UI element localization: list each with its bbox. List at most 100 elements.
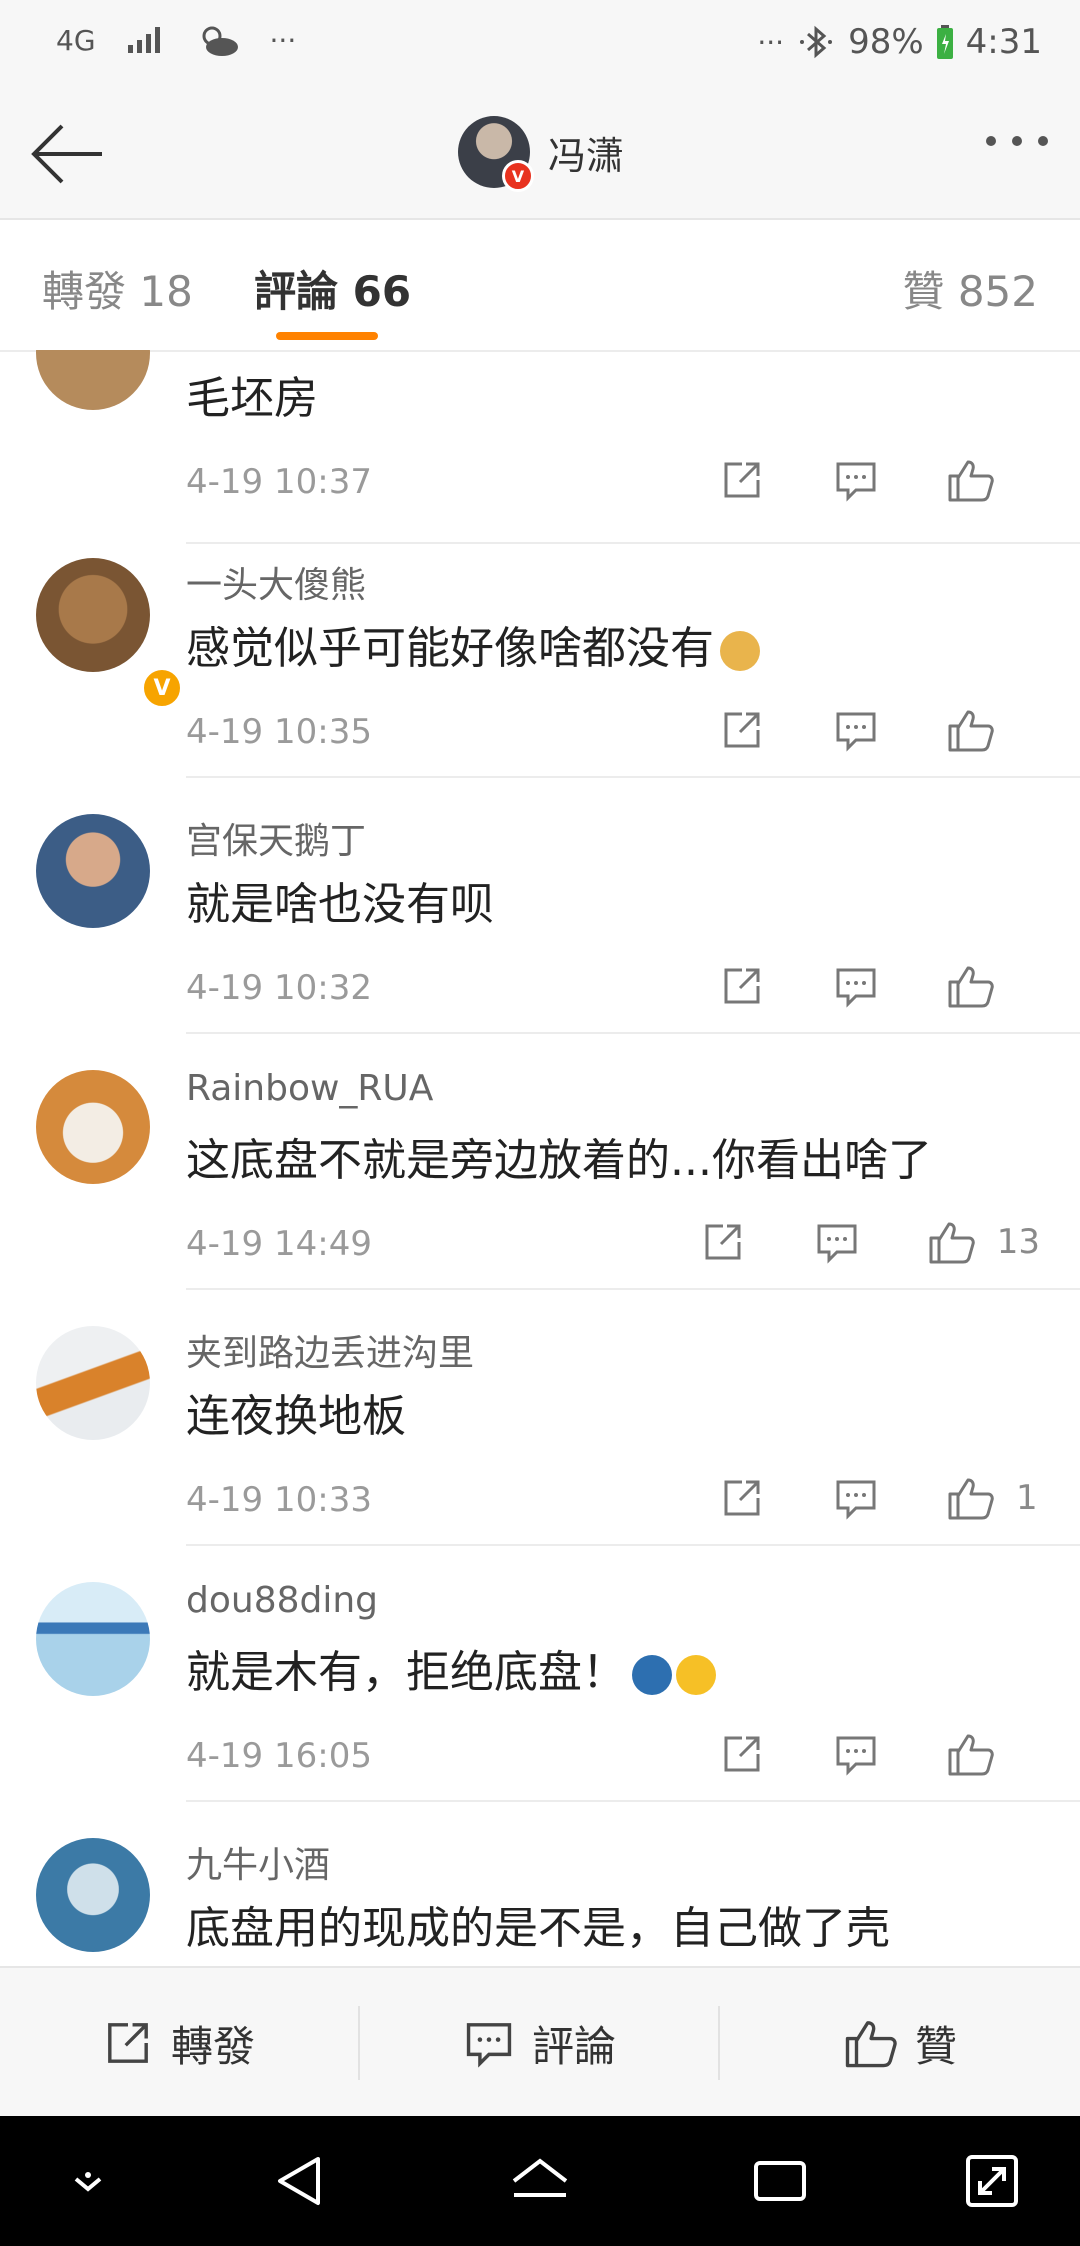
comment-icon bbox=[817, 1224, 857, 1264]
comment-author[interactable]: Rainbow_RUA bbox=[186, 1068, 433, 1109]
like-label: 贊 bbox=[914, 2021, 957, 2071]
comment-icon bbox=[836, 1736, 876, 1776]
like-button[interactable] bbox=[940, 702, 1000, 758]
back-nav-button[interactable] bbox=[268, 2149, 332, 2213]
comment-author[interactable]: 九牛小酒 bbox=[186, 1836, 330, 1888]
avatar[interactable] bbox=[36, 1070, 150, 1184]
divider bbox=[186, 1544, 1080, 1546]
reply-button[interactable] bbox=[807, 1214, 867, 1270]
home-nav-button[interactable] bbox=[508, 2149, 572, 2213]
thumb-up-icon bbox=[845, 2021, 897, 2068]
back-button[interactable] bbox=[28, 118, 108, 190]
thumb-up-icon bbox=[948, 1478, 994, 1520]
bluetooth-icon bbox=[800, 25, 833, 59]
comment-author[interactable]: dou88ding bbox=[186, 1580, 378, 1621]
signal-icon bbox=[127, 27, 160, 53]
comment-text: 这底盘不就是旁边放着的...你看出啥了 bbox=[186, 1135, 932, 1186]
divider bbox=[358, 2006, 360, 2080]
avatar: V bbox=[458, 116, 534, 192]
verified-badge: V bbox=[140, 666, 184, 710]
expand-nav-button[interactable] bbox=[960, 2149, 1024, 2213]
divider bbox=[718, 2006, 720, 2080]
thumb-up-icon bbox=[948, 1734, 994, 1776]
avatar[interactable] bbox=[36, 814, 150, 928]
avatar[interactable] bbox=[36, 1326, 150, 1440]
reply-button[interactable] bbox=[826, 452, 886, 508]
tab-comment[interactable]: 評論 66 bbox=[254, 258, 411, 319]
comment-time: 4-19 14:49 bbox=[186, 1224, 372, 1264]
share-icon bbox=[724, 1736, 760, 1772]
reply-button[interactable] bbox=[826, 958, 886, 1014]
system-nav-bar bbox=[0, 2116, 1080, 2246]
repost-button[interactable] bbox=[693, 1214, 753, 1270]
comment-text: 底盘用的现成的是不是，自己做了壳 bbox=[186, 1903, 890, 1954]
network-type: 4G bbox=[56, 23, 96, 57]
laugh-cry-emoji bbox=[632, 1655, 672, 1695]
comment-time: 4-19 16:05 bbox=[186, 1736, 372, 1776]
divider bbox=[186, 776, 1080, 778]
repost-button[interactable] bbox=[712, 452, 772, 508]
reply-button[interactable] bbox=[826, 1726, 886, 1782]
more-dots-icon: ··· bbox=[757, 25, 785, 59]
active-tab-indicator bbox=[276, 332, 378, 340]
tab-like[interactable]: 贊 852 bbox=[902, 258, 1038, 319]
reply-button[interactable] bbox=[826, 1470, 886, 1526]
share-icon bbox=[724, 1480, 760, 1516]
thumb-up-icon bbox=[948, 966, 994, 1008]
avatar[interactable] bbox=[36, 350, 150, 410]
profile-title[interactable]: V 冯潇 bbox=[458, 116, 624, 192]
avatar[interactable] bbox=[36, 1582, 150, 1696]
more-dots-icon: ··· bbox=[269, 23, 297, 57]
divider bbox=[186, 1800, 1080, 1802]
bottom-action-bar: 轉發 評論 贊 bbox=[0, 1966, 1080, 2118]
share-icon bbox=[724, 968, 760, 1004]
comment-author[interactable]: 夹到路边丢进沟里 bbox=[186, 1324, 474, 1376]
reply-button[interactable] bbox=[826, 702, 886, 758]
avatar[interactable] bbox=[36, 1838, 150, 1952]
repost-button[interactable] bbox=[712, 958, 772, 1014]
like-button[interactable] bbox=[940, 958, 1000, 1014]
thumb-up-icon bbox=[948, 460, 994, 502]
comment-text: 感觉似乎可能好像啥都没有 bbox=[186, 612, 760, 676]
repost-button[interactable] bbox=[712, 1470, 772, 1526]
like-button[interactable] bbox=[940, 1470, 1000, 1526]
comment-list: 毛坯房 4-19 10:37 V 一头大傻熊 感觉似乎可能好像啥都没有 4-19… bbox=[0, 350, 1080, 1966]
comment-author[interactable]: 一头大傻熊 bbox=[186, 556, 366, 608]
comment-time: 4-19 10:33 bbox=[186, 1480, 372, 1520]
comment-actions bbox=[712, 452, 1040, 508]
back-triangle-icon bbox=[278, 2157, 320, 2205]
like-count: 1 bbox=[1016, 1478, 1038, 1518]
tab-bar: 轉發 18 評論 66 贊 852 bbox=[0, 220, 1080, 352]
recents-icon bbox=[754, 2161, 806, 2201]
repost-label: 轉發 bbox=[170, 2021, 255, 2071]
comment-author[interactable]: 宫保天鹅丁 bbox=[186, 812, 366, 864]
repost-action-button[interactable]: 轉發 bbox=[0, 1968, 358, 2118]
doge-emoji bbox=[720, 631, 760, 671]
comment-text: 连夜换地板 bbox=[186, 1391, 406, 1442]
like-button[interactable] bbox=[940, 452, 1000, 508]
repost-button[interactable] bbox=[712, 1726, 772, 1782]
more-button[interactable] bbox=[986, 136, 1048, 146]
comment-text: 毛坯房 bbox=[186, 373, 318, 424]
hide-nav-button[interactable] bbox=[56, 2149, 120, 2213]
battery-percent: 98% bbox=[848, 22, 924, 62]
like-button[interactable] bbox=[940, 1726, 1000, 1782]
share-icon bbox=[724, 712, 760, 748]
share-icon bbox=[108, 2023, 148, 2063]
more-icon bbox=[986, 136, 996, 146]
repost-button[interactable] bbox=[712, 702, 772, 758]
top-nav: V 冯潇 bbox=[0, 90, 1080, 220]
comment-icon bbox=[836, 1480, 876, 1520]
thumb-up-icon bbox=[948, 710, 994, 752]
like-count: 13 bbox=[996, 1222, 1040, 1262]
recents-nav-button[interactable] bbox=[748, 2149, 812, 2213]
like-action-button[interactable]: 贊 bbox=[721, 1968, 1079, 2118]
comment-actions: 13 bbox=[693, 1214, 1040, 1270]
avatar[interactable]: V bbox=[36, 558, 184, 710]
comment-action-button[interactable]: 評論 bbox=[361, 1968, 719, 2118]
comment-icon bbox=[466, 2023, 512, 2068]
status-bar: 4G ··· ··· 98% 4:31 bbox=[0, 0, 1080, 90]
comment-icon bbox=[836, 968, 876, 1008]
like-button[interactable] bbox=[921, 1214, 981, 1270]
tab-repost[interactable]: 轉發 18 bbox=[42, 258, 193, 319]
